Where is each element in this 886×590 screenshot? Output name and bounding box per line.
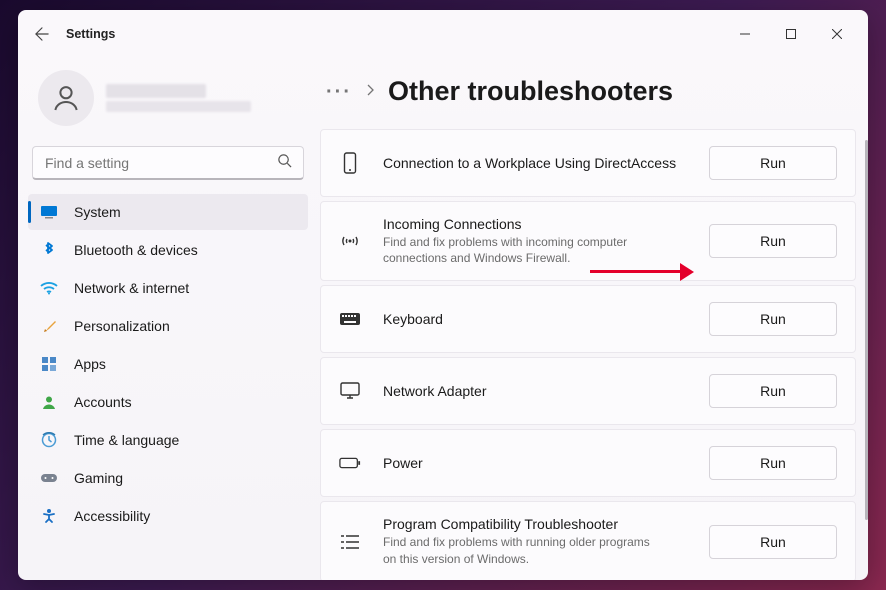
maximize-button[interactable] bbox=[768, 18, 814, 50]
nav-label: Accounts bbox=[74, 394, 132, 410]
ts-card-netadapter: Network Adapter Run bbox=[320, 357, 856, 425]
sidebar: System Bluetooth & devices Network & int… bbox=[18, 58, 318, 580]
card-text: Keyboard bbox=[383, 311, 687, 327]
keyboard-icon bbox=[339, 312, 361, 326]
back-button[interactable] bbox=[26, 18, 58, 50]
nav-label: Network & internet bbox=[74, 280, 189, 296]
app-title: Settings bbox=[66, 27, 115, 41]
profile-name-redacted bbox=[106, 84, 206, 98]
profile-text bbox=[106, 84, 251, 112]
nav-label: Personalization bbox=[74, 318, 170, 334]
body: System Bluetooth & devices Network & int… bbox=[18, 58, 868, 580]
card-text: Network Adapter bbox=[383, 383, 687, 399]
sidebar-item-personalization[interactable]: Personalization bbox=[28, 308, 308, 344]
content-scroll[interactable]: Connection to a Workplace Using DirectAc… bbox=[320, 129, 858, 580]
ts-card-incoming: Incoming Connections Find and fix proble… bbox=[320, 201, 856, 281]
card-title: Program Compatibility Troubleshooter bbox=[383, 516, 687, 532]
card-title: Power bbox=[383, 455, 687, 471]
run-button-incoming[interactable]: Run bbox=[709, 224, 837, 258]
sidebar-item-accessibility[interactable]: Accessibility bbox=[28, 498, 308, 534]
nav-label: Apps bbox=[74, 356, 106, 372]
minimize-button[interactable] bbox=[722, 18, 768, 50]
card-text: Program Compatibility Troubleshooter Fin… bbox=[383, 516, 687, 566]
phone-icon bbox=[339, 152, 361, 174]
battery-icon bbox=[339, 456, 361, 470]
card-title: Keyboard bbox=[383, 311, 687, 327]
accessibility-icon bbox=[40, 507, 58, 525]
nav-label: Bluetooth & devices bbox=[74, 242, 198, 258]
accounts-icon bbox=[40, 393, 58, 411]
sidebar-item-accounts[interactable]: Accounts bbox=[28, 384, 308, 420]
nav-label: Time & language bbox=[74, 432, 179, 448]
gaming-icon bbox=[40, 469, 58, 487]
person-icon bbox=[50, 82, 82, 114]
sidebar-item-network[interactable]: Network & internet bbox=[28, 270, 308, 306]
nav: System Bluetooth & devices Network & int… bbox=[28, 194, 308, 534]
bluetooth-icon bbox=[40, 241, 58, 259]
sidebar-item-apps[interactable]: Apps bbox=[28, 346, 308, 382]
minimize-icon bbox=[740, 29, 750, 39]
card-text: Power bbox=[383, 455, 687, 471]
profile-block[interactable] bbox=[28, 58, 308, 146]
chevron-right-icon bbox=[366, 83, 374, 101]
brush-icon bbox=[40, 317, 58, 335]
card-desc: Find and fix problems with running older… bbox=[383, 534, 663, 566]
clock-icon bbox=[40, 431, 58, 449]
sidebar-item-time[interactable]: Time & language bbox=[28, 422, 308, 458]
search-wrap bbox=[32, 146, 304, 180]
breadcrumb-more[interactable]: ··· bbox=[326, 82, 352, 102]
run-button-compat[interactable]: Run bbox=[709, 525, 837, 559]
main: ··· Other troubleshooters Connection to … bbox=[318, 58, 868, 580]
scrollbar-indicator[interactable] bbox=[865, 140, 868, 520]
sidebar-item-system[interactable]: System bbox=[28, 194, 308, 230]
wifi-icon bbox=[40, 279, 58, 297]
system-icon bbox=[40, 203, 58, 221]
ts-card-keyboard: Keyboard Run bbox=[320, 285, 856, 353]
run-button-directaccess[interactable]: Run bbox=[709, 146, 837, 180]
avatar bbox=[38, 70, 94, 126]
profile-email-redacted bbox=[106, 101, 251, 112]
close-button[interactable] bbox=[814, 18, 860, 50]
card-text: Incoming Connections Find and fix proble… bbox=[383, 216, 687, 266]
settings-window: Settings bbox=[18, 10, 868, 580]
maximize-icon bbox=[786, 29, 796, 39]
close-icon bbox=[832, 29, 842, 39]
nav-label: Gaming bbox=[74, 470, 123, 486]
page-title: Other troubleshooters bbox=[388, 76, 673, 107]
search-input[interactable] bbox=[32, 146, 304, 180]
nav-label: System bbox=[74, 204, 121, 220]
titlebar: Settings bbox=[18, 10, 868, 58]
sidebar-item-bluetooth[interactable]: Bluetooth & devices bbox=[28, 232, 308, 268]
breadcrumb: ··· Other troubleshooters bbox=[320, 76, 858, 107]
back-arrow-icon bbox=[35, 27, 49, 41]
window-controls bbox=[722, 18, 860, 50]
monitor-icon bbox=[339, 382, 361, 400]
apps-icon bbox=[40, 355, 58, 373]
list-icon bbox=[339, 534, 361, 550]
nav-label: Accessibility bbox=[74, 508, 150, 524]
ts-card-compat: Program Compatibility Troubleshooter Fin… bbox=[320, 501, 856, 580]
card-title: Incoming Connections bbox=[383, 216, 687, 232]
ts-card-power: Power Run bbox=[320, 429, 856, 497]
run-button-netadapter[interactable]: Run bbox=[709, 374, 837, 408]
sidebar-item-gaming[interactable]: Gaming bbox=[28, 460, 308, 496]
ts-card-directaccess: Connection to a Workplace Using DirectAc… bbox=[320, 129, 856, 197]
card-text: Connection to a Workplace Using DirectAc… bbox=[383, 155, 687, 171]
run-button-power[interactable]: Run bbox=[709, 446, 837, 480]
card-title: Connection to a Workplace Using DirectAc… bbox=[383, 155, 687, 171]
run-button-keyboard[interactable]: Run bbox=[709, 302, 837, 336]
antenna-icon bbox=[339, 231, 361, 251]
card-desc: Find and fix problems with incoming comp… bbox=[383, 234, 663, 266]
card-title: Network Adapter bbox=[383, 383, 687, 399]
